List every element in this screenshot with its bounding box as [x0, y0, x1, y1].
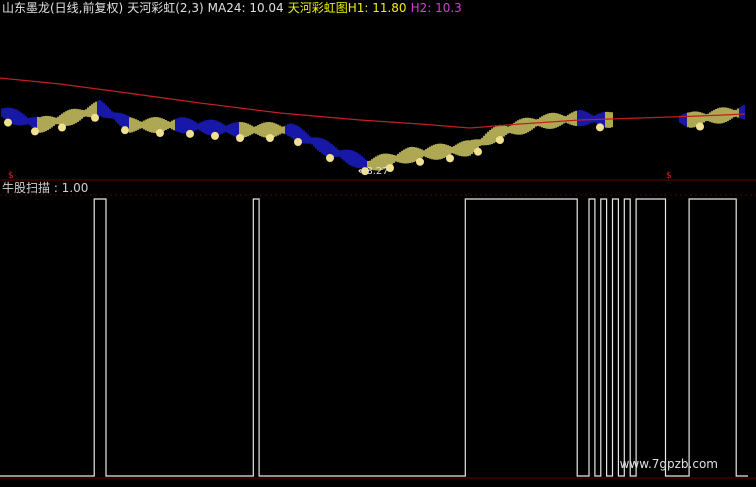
coin-icon — [474, 147, 482, 156]
coin-icon — [121, 126, 129, 135]
coin-icon — [4, 118, 12, 127]
coin-icon — [294, 138, 302, 146]
coin-icon — [236, 134, 244, 142]
coin-icon — [326, 154, 334, 162]
coin-marker-right: $ — [666, 171, 672, 181]
low-price-annotation: ←8.27 — [358, 166, 389, 177]
stock-chart-window: 山东墨龙(日线,前复权) 天河彩虹(2,3) MA24: 10.04 天河彩虹图H1:… — [0, 0, 756, 487]
coin-icon — [211, 131, 219, 140]
rainbow-band — [1, 100, 745, 171]
coin-icon — [186, 129, 194, 138]
coin-icon — [91, 113, 99, 122]
bull-scan-line — [0, 198, 748, 477]
coin-icon — [416, 157, 424, 166]
coin-icon — [596, 123, 604, 132]
coin-marker-left: $ — [8, 171, 14, 181]
coin-icon — [446, 154, 454, 163]
coin-icon — [696, 122, 704, 131]
bull-scan-label: 牛股扫描 : 1.00 — [2, 181, 89, 195]
coin-icon — [58, 123, 66, 132]
ma24-line — [0, 77, 746, 129]
watermark: www.7gpzb.com — [619, 457, 718, 471]
coin-icon — [31, 127, 39, 136]
coin-icon — [156, 129, 164, 137]
price-chart[interactable]: ←8.27 $ $ — [0, 0, 756, 487]
coin-icon — [266, 134, 274, 142]
coin-icon — [496, 136, 504, 144]
